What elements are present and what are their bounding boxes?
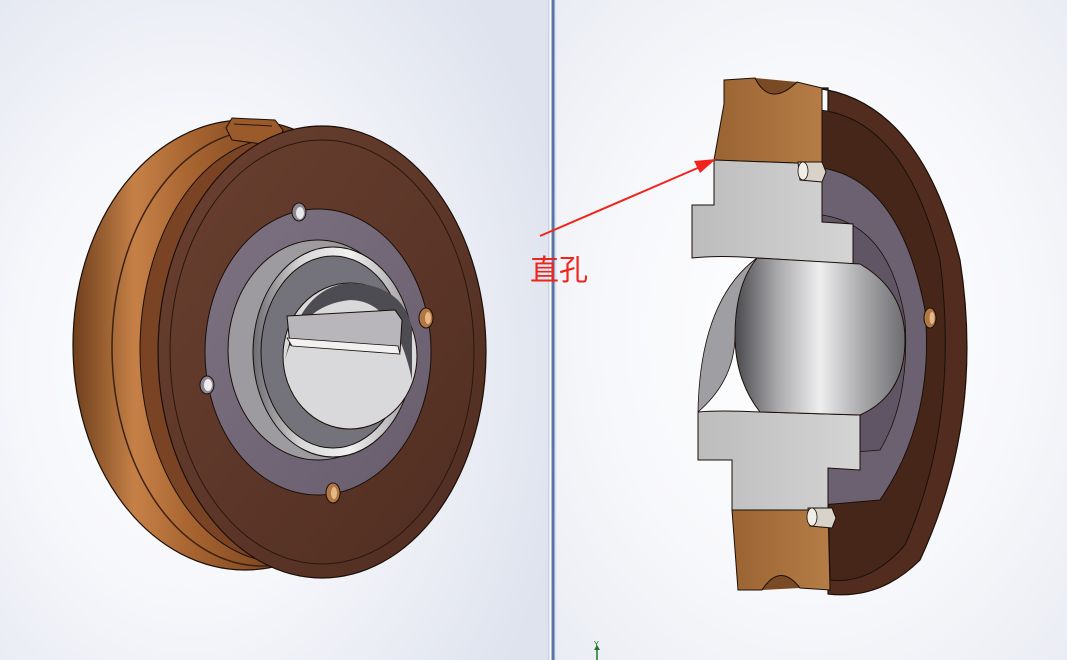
triad-y-label: Y bbox=[594, 640, 599, 649]
pulley-model-section[interactable] bbox=[557, 0, 1067, 660]
left-viewport[interactable] bbox=[0, 0, 548, 660]
pulley-model-full[interactable] bbox=[0, 0, 548, 660]
right-viewport[interactable] bbox=[557, 0, 1067, 660]
section-bore bbox=[734, 257, 906, 416]
viewport-splitter[interactable] bbox=[548, 0, 557, 660]
callout-label: 直孔 bbox=[530, 253, 589, 287]
